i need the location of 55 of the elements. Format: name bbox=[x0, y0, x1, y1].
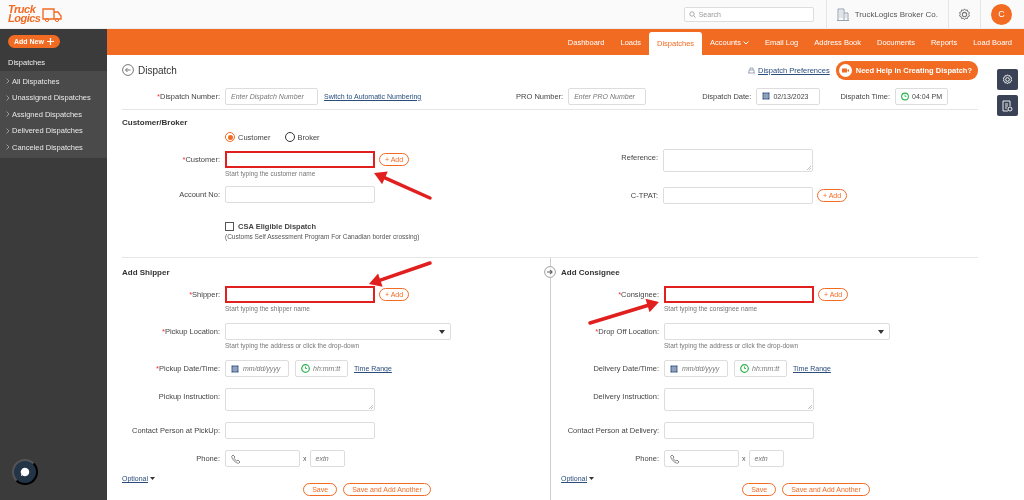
video-camera-icon bbox=[838, 63, 852, 77]
checkbox[interactable] bbox=[225, 222, 234, 231]
section-title: Add Consignee bbox=[561, 267, 620, 277]
clock-icon bbox=[740, 364, 749, 373]
section-title: Customer/Broker bbox=[122, 117, 188, 127]
annotation-arrow bbox=[374, 171, 432, 200]
dropdown-field[interactable] bbox=[225, 323, 451, 340]
phone-icon bbox=[231, 453, 241, 464]
user-avatar[interactable]: C bbox=[991, 3, 1012, 25]
logo[interactable]: Truck Logics bbox=[0, 5, 108, 23]
caret-icon bbox=[150, 477, 156, 480]
settings-button[interactable] bbox=[996, 69, 1018, 90]
phone-icon bbox=[670, 453, 680, 464]
resize-grip-icon[interactable] bbox=[369, 405, 373, 409]
chevron-icon bbox=[6, 111, 10, 118]
text-area[interactable] bbox=[225, 388, 375, 411]
text-area[interactable] bbox=[664, 388, 814, 411]
clock-icon bbox=[301, 364, 310, 373]
settings-icon bbox=[1001, 74, 1013, 85]
dropdown-field[interactable] bbox=[664, 323, 890, 340]
caret-icon bbox=[589, 477, 595, 480]
preferences-icon bbox=[747, 66, 756, 74]
chat-button[interactable] bbox=[12, 459, 38, 485]
settings-icon bbox=[958, 7, 971, 21]
calendar-icon bbox=[762, 92, 771, 100]
caret-icon bbox=[878, 329, 884, 334]
resize-grip-icon[interactable] bbox=[807, 166, 811, 170]
text-field[interactable] bbox=[225, 151, 375, 168]
document-icon bbox=[1001, 99, 1013, 112]
arrow-right-icon bbox=[544, 266, 556, 278]
search-icon bbox=[688, 10, 696, 18]
caret-icon bbox=[439, 329, 445, 334]
annotation-arrow bbox=[369, 261, 432, 287]
chevron-icon bbox=[6, 127, 10, 134]
text-field[interactable] bbox=[664, 286, 814, 303]
plus-icon bbox=[46, 38, 54, 45]
calendar-icon bbox=[231, 364, 239, 373]
page-title: Dispatch bbox=[138, 64, 177, 76]
phone-field[interactable] bbox=[664, 450, 739, 467]
chevron-icon bbox=[6, 144, 10, 151]
phone-field[interactable] bbox=[225, 450, 300, 467]
company-name[interactable]: TruckLogics Broker Co. bbox=[854, 9, 938, 19]
text-field[interactable] bbox=[225, 286, 375, 303]
clock-icon bbox=[901, 91, 910, 101]
text-area[interactable] bbox=[663, 149, 813, 172]
back-icon[interactable] bbox=[122, 64, 134, 76]
resize-grip-icon[interactable] bbox=[808, 405, 812, 409]
annotation-arrow bbox=[588, 298, 659, 325]
report-button[interactable] bbox=[996, 95, 1018, 116]
calendar-icon bbox=[670, 364, 678, 373]
building-icon bbox=[836, 7, 849, 21]
chat-icon bbox=[20, 466, 30, 478]
chevron-icon bbox=[6, 78, 10, 85]
section-title: Add Shipper bbox=[122, 267, 170, 277]
chevron-icon bbox=[6, 94, 10, 101]
